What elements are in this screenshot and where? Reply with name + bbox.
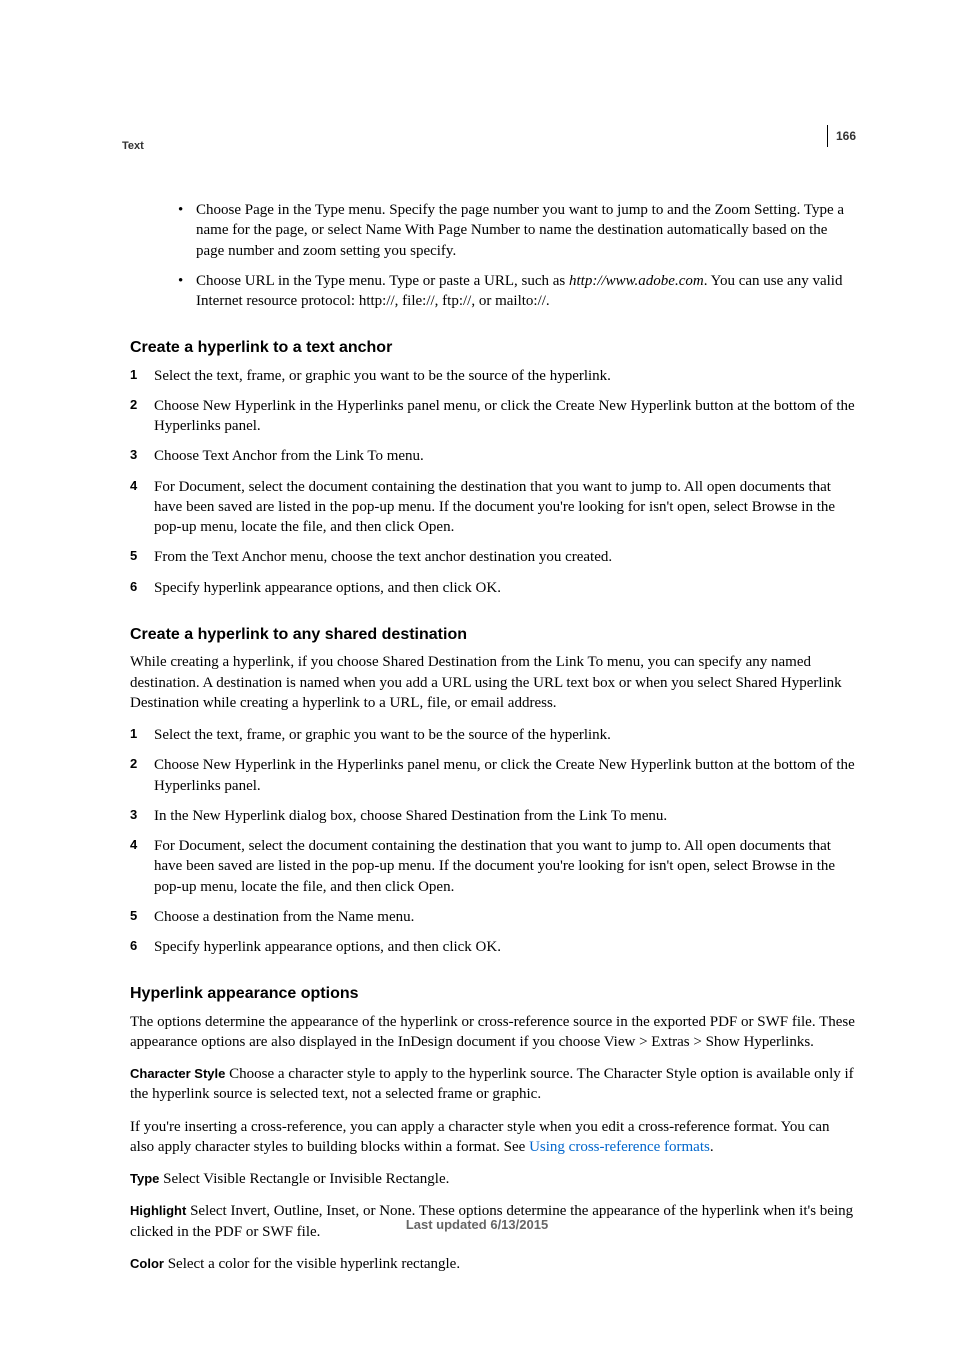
term-color: Color Select a color for the visible hyp…	[130, 1254, 856, 1274]
term-label: Type	[130, 1171, 159, 1186]
cross-reference-link[interactable]: Using cross-reference formats	[529, 1139, 710, 1155]
step: From the Text Anchor menu, choose the te…	[130, 547, 856, 567]
step-text: Choose Text Anchor from the Link To menu…	[154, 448, 424, 464]
section-intro: The options determine the appearance of …	[130, 1012, 856, 1053]
step-text: Specify hyperlink appearance options, an…	[154, 939, 501, 955]
section-heading-text-anchor: Create a hyperlink to a text anchor	[130, 337, 856, 359]
term-label: Color	[130, 1256, 164, 1271]
page-number: 166	[836, 128, 856, 145]
intro-bullets: Choose Page in the Type menu. Specify th…	[178, 200, 856, 311]
term-type: Type Select Visible Rectangle or Invisib…	[130, 1169, 856, 1189]
step: Specify hyperlink appearance options, an…	[130, 937, 856, 957]
content: Choose Page in the Type menu. Specify th…	[130, 200, 856, 1274]
term-text: Choose a character style to apply to the…	[130, 1066, 854, 1102]
step: Choose a destination from the Name menu.	[130, 907, 856, 927]
step-text: Choose New Hyperlink in the Hyperlinks p…	[154, 757, 855, 793]
page-number-box: 166	[827, 125, 856, 147]
term-character-style: Character Style Choose a character style…	[130, 1064, 856, 1105]
footer-last-updated: Last updated 6/13/2015	[0, 1216, 954, 1234]
step: Specify hyperlink appearance options, an…	[130, 578, 856, 598]
text-post: .	[710, 1139, 714, 1155]
text-pre: If you're inserting a cross-reference, y…	[130, 1119, 829, 1155]
step-text: Select the text, frame, or graphic you w…	[154, 727, 611, 743]
steps-text-anchor: Select the text, frame, or graphic you w…	[130, 366, 856, 598]
header-section: Text	[122, 139, 144, 154]
term-text: Select Visible Rectangle or Invisible Re…	[159, 1171, 449, 1187]
cross-reference-note: If you're inserting a cross-reference, y…	[130, 1117, 856, 1158]
section-intro: While creating a hyperlink, if you choos…	[130, 652, 856, 713]
step-text: Choose New Hyperlink in the Hyperlinks p…	[154, 398, 855, 434]
bullet-text: Choose Page in the Type menu. Specify th…	[196, 202, 844, 259]
bullet-url: http://www.adobe.com	[569, 273, 704, 289]
step-text: From the Text Anchor menu, choose the te…	[154, 549, 612, 565]
step: Choose New Hyperlink in the Hyperlinks p…	[130, 396, 856, 437]
section-heading-shared-destination: Create a hyperlink to any shared destina…	[130, 624, 856, 646]
step: For Document, select the document contai…	[130, 836, 856, 897]
step: In the New Hyperlink dialog box, choose …	[130, 806, 856, 826]
step: Choose Text Anchor from the Link To menu…	[130, 446, 856, 466]
term-label: Character Style	[130, 1066, 225, 1081]
step: Select the text, frame, or graphic you w…	[130, 725, 856, 745]
step-text: For Document, select the document contai…	[154, 838, 835, 895]
term-text: Select a color for the visible hyperlink…	[164, 1256, 460, 1272]
bullet-text-pre: Choose URL in the Type menu. Type or pas…	[196, 273, 569, 289]
step-text: For Document, select the document contai…	[154, 479, 835, 536]
section-heading-appearance: Hyperlink appearance options	[130, 983, 856, 1005]
step: Select the text, frame, or graphic you w…	[130, 366, 856, 386]
page: Text 166 Choose Page in the Type menu. S…	[0, 0, 954, 1350]
step-text: Choose a destination from the Name menu.	[154, 909, 414, 925]
step: Choose New Hyperlink in the Hyperlinks p…	[130, 755, 856, 796]
steps-shared-destination: Select the text, frame, or graphic you w…	[130, 725, 856, 957]
list-item: Choose Page in the Type menu. Specify th…	[178, 200, 856, 261]
step-text: Select the text, frame, or graphic you w…	[154, 368, 611, 384]
step-text: Specify hyperlink appearance options, an…	[154, 580, 501, 596]
step: For Document, select the document contai…	[130, 477, 856, 538]
step-text: In the New Hyperlink dialog box, choose …	[154, 808, 667, 824]
list-item: Choose URL in the Type menu. Type or pas…	[178, 271, 856, 312]
